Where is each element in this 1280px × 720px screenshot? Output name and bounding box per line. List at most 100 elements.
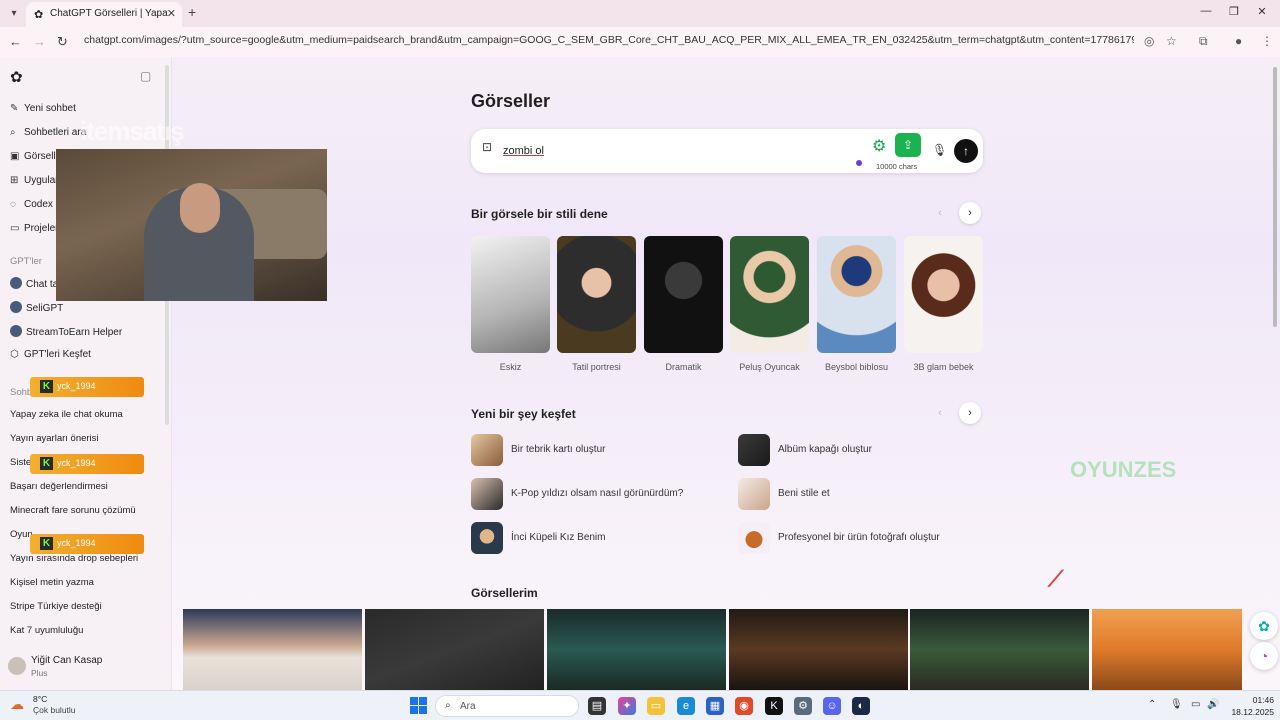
styles-next-icon[interactable]: › — [959, 202, 981, 224]
copilot-icon[interactable]: ✦ — [618, 697, 636, 715]
microphone-icon[interactable]: 🎙 — [932, 143, 947, 157]
sidebar-explore-gpts[interactable]: ⬡ GPT'leri Keşfet — [10, 349, 160, 367]
image-prompt-box[interactable]: ⊡ zombi ol ⚙ ⇪ 10000 chars 🎙 ↑ — [471, 129, 983, 173]
discover-thumbnail — [738, 434, 770, 466]
task-view-icon[interactable]: ▤ — [588, 697, 606, 715]
weather-status: Çok bulutlu — [33, 705, 76, 715]
my-image-thumbnail[interactable] — [365, 609, 544, 690]
edit-icon: ✎ — [10, 103, 19, 114]
my-image-thumbnail[interactable] — [910, 609, 1089, 690]
bookmark-star-icon[interactable]: ☆ — [1166, 34, 1177, 48]
discover-prev-icon[interactable]: ‹ — [929, 402, 951, 424]
back-icon[interactable]: ← — [9, 34, 22, 49]
discover-item[interactable]: K-Pop yıldızı olsam nasıl görünürdüm? — [471, 478, 721, 510]
forward-icon[interactable]: → — [33, 34, 46, 49]
chat-list-item[interactable]: Yayın sırasında drop sebepleri — [10, 553, 160, 564]
attach-image-icon[interactable]: ⊡ — [482, 140, 492, 154]
discover-item[interactable]: Profesyonel bir ürün fotoğrafı oluştur — [738, 522, 988, 554]
viewer-badge: Kyck_1994 — [30, 454, 144, 474]
store-icon[interactable]: ▦ — [706, 697, 724, 715]
page-scrollbar[interactable] — [1270, 57, 1280, 690]
chat-list-item[interactable]: Kişisel metin yazma — [10, 577, 160, 588]
style-label: Tatil portresi — [572, 362, 621, 372]
chat-list-item[interactable]: Kat 7 uyumluluğu — [10, 625, 160, 636]
edge-icon[interactable]: e — [677, 697, 695, 715]
settings-gear-icon[interactable]: ⚙ — [872, 136, 886, 156]
my-image-thumbnail[interactable] — [1092, 609, 1242, 690]
kick-app-icon[interactable]: K — [765, 697, 783, 715]
style-label: Peluş Oyuncak — [739, 362, 800, 372]
share-upload-icon[interactable]: ⇪ — [895, 133, 921, 157]
chat-list-item[interactable]: Yayın ayarları önerisi — [10, 433, 160, 444]
my-image-thumbnail[interactable] — [547, 609, 726, 690]
sidebar-gpt-item[interactable]: StreamToEarn Helper — [10, 325, 160, 343]
discover-item[interactable]: Bir tebrik kartı oluştur — [471, 434, 721, 466]
restore-icon[interactable]: ❐ — [1224, 5, 1244, 18]
style-card-glam-doll[interactable] — [904, 236, 983, 353]
discover-thumbnail — [471, 522, 503, 554]
discover-item[interactable]: İnci Küpeli Kız Benim — [471, 522, 721, 554]
codex-icon: ◌ — [10, 199, 16, 210]
volume-icon[interactable]: 🔊 — [1207, 699, 1219, 710]
page-title: Görseller — [471, 91, 551, 111]
prompt-input[interactable]: zombi ol — [503, 145, 544, 157]
chat-list-item[interactable]: Stripe Türkiye desteği — [10, 601, 160, 612]
discover-next-icon[interactable]: › — [959, 402, 981, 424]
windows-start-icon[interactable] — [410, 697, 427, 714]
avatar — [8, 657, 26, 675]
gpt-avatar-icon — [10, 277, 22, 289]
chat-list-item[interactable]: Başarı değerlendirmesi — [10, 481, 160, 492]
folder-icon: ▭ — [10, 223, 20, 234]
menu-icon[interactable]: ⋮ — [1261, 34, 1273, 48]
file-explorer-icon[interactable]: ▭ — [647, 697, 665, 715]
styles-prev-icon[interactable]: ‹ — [929, 202, 951, 224]
browser-tab[interactable]: ✿ ChatGPT Görselleri | Yapay Zek ✕ — [26, 2, 182, 27]
discover-item[interactable]: Beni stile et — [738, 478, 988, 510]
webcam-overlay — [56, 149, 327, 301]
page: ✿ ▢ ✎ Yeni sohbet ⌕ Sohbetleri ara ▣ Görsel… — [0, 57, 1280, 690]
chatgpt-favicon-icon: ✿ — [34, 9, 44, 21]
style-card-sketch[interactable] — [471, 236, 550, 353]
kick-logo-icon: K — [40, 457, 53, 470]
style-card-plush[interactable] — [730, 236, 809, 353]
eye-off-icon[interactable]: ◎ — [1144, 34, 1154, 48]
discover-thumbnail — [471, 478, 503, 510]
my-image-thumbnail[interactable] — [183, 609, 362, 690]
microphone-icon[interactable]: 🎙 — [1170, 699, 1183, 710]
address-bar: ← → ↻ chatgpt.com/images/?utm_source=goo… — [0, 27, 1280, 57]
weather-icon[interactable]: ☁ — [10, 696, 24, 713]
tray-chevron-icon[interactable]: ⌃ — [1148, 699, 1156, 710]
taskbar-search[interactable]: ⌕ Ara — [435, 695, 579, 717]
discord-icon[interactable]: ☺ — [823, 697, 841, 715]
taskbar-clock[interactable]: 01:46 18.12.2025 — [1222, 694, 1274, 718]
close-tab-icon[interactable]: ✕ — [167, 7, 176, 20]
scrollbar-thumb[interactable] — [1273, 67, 1277, 327]
my-image-thumbnail[interactable] — [729, 609, 908, 690]
chrome-icon[interactable]: ◉ — [735, 697, 753, 715]
user-profile[interactable]: Yiğit Can Kasap Plus — [0, 649, 172, 689]
tab-list-icon[interactable]: ▾ — [6, 6, 22, 22]
minimize-icon[interactable]: — — [1196, 5, 1216, 17]
profile-avatar-icon[interactable]: ● — [1235, 34, 1242, 48]
extensions-icon[interactable]: ⧉ — [1199, 34, 1208, 49]
style-card-baseball[interactable] — [817, 236, 896, 353]
display-icon[interactable]: ▭ — [1191, 699, 1200, 710]
reload-icon[interactable]: ↻ — [57, 34, 68, 50]
close-window-icon[interactable]: ✕ — [1252, 5, 1272, 18]
sidebar-gpt-item[interactable]: SeliGPT — [10, 301, 160, 319]
new-tab-icon[interactable]: + — [188, 4, 196, 20]
chat-list-item[interactable]: Minecraft fare sorunu çözümü — [10, 505, 160, 516]
style-card-dramatic[interactable] — [644, 236, 723, 353]
send-button[interactable]: ↑ — [954, 139, 978, 163]
discover-item[interactable]: Albüm kapağı oluştur — [738, 434, 988, 466]
chatgpt-logo-icon[interactable]: ✿ — [10, 68, 23, 86]
url-field[interactable]: chatgpt.com/images/?utm_source=google&ut… — [84, 34, 1134, 46]
steam-icon[interactable]: ◐ — [852, 697, 870, 715]
webcam-face — [180, 183, 220, 233]
chatgpt-float-icon[interactable]: ✿ — [1250, 612, 1278, 640]
sidebar-toggle-icon[interactable]: ▢ — [140, 69, 151, 83]
settings-gear-icon[interactable]: ⚙ — [794, 697, 812, 715]
assistant-float-icon[interactable]: ◔ — [1250, 642, 1278, 670]
style-card-holiday[interactable] — [557, 236, 636, 353]
chat-list-item[interactable]: Yapay zeka ile chat okuma — [10, 409, 160, 420]
